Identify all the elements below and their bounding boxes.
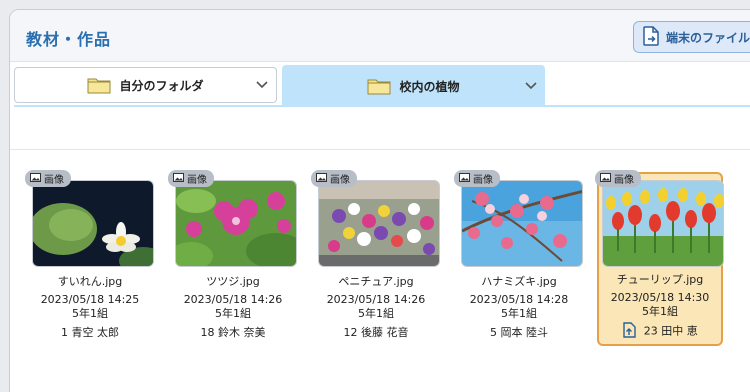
- owner-name: 18 鈴木 奈美: [200, 326, 266, 339]
- class-name: 5年1組: [72, 307, 108, 320]
- tab-label: 校内の植物: [399, 79, 460, 94]
- tab-label: 自分のフォルダ: [119, 78, 204, 93]
- thumbnail-image: [175, 180, 297, 267]
- folder-icon: [87, 76, 111, 94]
- owner-name: 5 岡本 陸斗: [490, 326, 548, 339]
- owner-name: 23 田中 恵: [643, 324, 698, 338]
- owner-name: 12 後藤 花音: [343, 326, 409, 339]
- file-name: ハナミズキ.jpg: [481, 275, 557, 288]
- file-card[interactable]: 画像 ペニチュア.jpg 2023/05/18 14:26 5年1組 12 後藤…: [311, 170, 440, 346]
- tab-my-folder[interactable]: 自分のフォルダ: [14, 67, 277, 103]
- image-type-badge: 画像: [168, 170, 214, 187]
- thumbnail-image: [318, 180, 440, 267]
- file-name: チューリップ.jpg: [616, 273, 704, 286]
- panel-header: 教材・作品 端末のファイル: [10, 10, 750, 62]
- file-import-icon: [642, 25, 660, 49]
- image-icon: [30, 172, 41, 185]
- image-type-badge: 画像: [595, 170, 641, 187]
- image-type-badge: 画像: [454, 170, 500, 187]
- thumbnail-image: [32, 180, 154, 267]
- thumbnail-image: [461, 180, 583, 267]
- image-icon: [173, 172, 184, 185]
- class-name: 5年1組: [358, 307, 394, 320]
- image-icon: [316, 172, 327, 185]
- file-card[interactable]: 画像 ハナミズキ.jpg 2023/05/18 14:28 5年1組 5 岡本 …: [454, 170, 583, 346]
- class-name: 5年1組: [501, 307, 537, 320]
- materials-panel: 教材・作品 端末のファイル 自分のフォルダ 校内の植物 画像 すいれん.jpg …: [9, 9, 750, 392]
- page-title: 教材・作品: [26, 30, 112, 49]
- tab-school-plants[interactable]: 校内の植物: [282, 65, 545, 107]
- file-card[interactable]: 画像 すいれん.jpg 2023/05/18 14:25 5年1組 1 青空 太…: [25, 170, 154, 346]
- divider: [10, 149, 750, 150]
- folder-tabs: 自分のフォルダ 校内の植物: [14, 65, 750, 109]
- file-name: すいれん.jpg: [57, 275, 123, 288]
- file-name: ツツジ.jpg: [206, 275, 260, 288]
- image-type-badge: 画像: [25, 170, 71, 187]
- import-button-label: 端末のファイル: [666, 30, 750, 45]
- image-icon: [600, 172, 611, 185]
- thumbnail-image: [602, 180, 724, 267]
- file-card[interactable]: 画像 ツツジ.jpg 2023/05/18 14:26 5年1組 18 鈴木 奈…: [168, 170, 297, 346]
- file-name: ペニチュア.jpg: [338, 275, 414, 288]
- import-device-file-button[interactable]: 端末のファイル: [633, 21, 750, 53]
- tab-underline: [14, 105, 750, 107]
- owner-row: 23 田中 恵: [599, 322, 721, 341]
- file-grid: 画像 すいれん.jpg 2023/05/18 14:25 5年1組 1 青空 太…: [10, 165, 750, 392]
- class-name: 5年1組: [642, 305, 678, 318]
- chevron-down-icon[interactable]: [525, 79, 537, 93]
- owner-name: 1 青空 太郎: [61, 326, 119, 339]
- file-card-selected[interactable]: 画像 チューリップ.jpg 2023/05/18 14:30 5年1組 23 田…: [595, 170, 724, 346]
- chevron-down-icon[interactable]: [256, 78, 268, 92]
- upload-icon: [622, 322, 636, 341]
- image-icon: [459, 172, 470, 185]
- class-name: 5年1組: [215, 307, 251, 320]
- folder-icon: [367, 77, 391, 95]
- image-type-badge: 画像: [311, 170, 357, 187]
